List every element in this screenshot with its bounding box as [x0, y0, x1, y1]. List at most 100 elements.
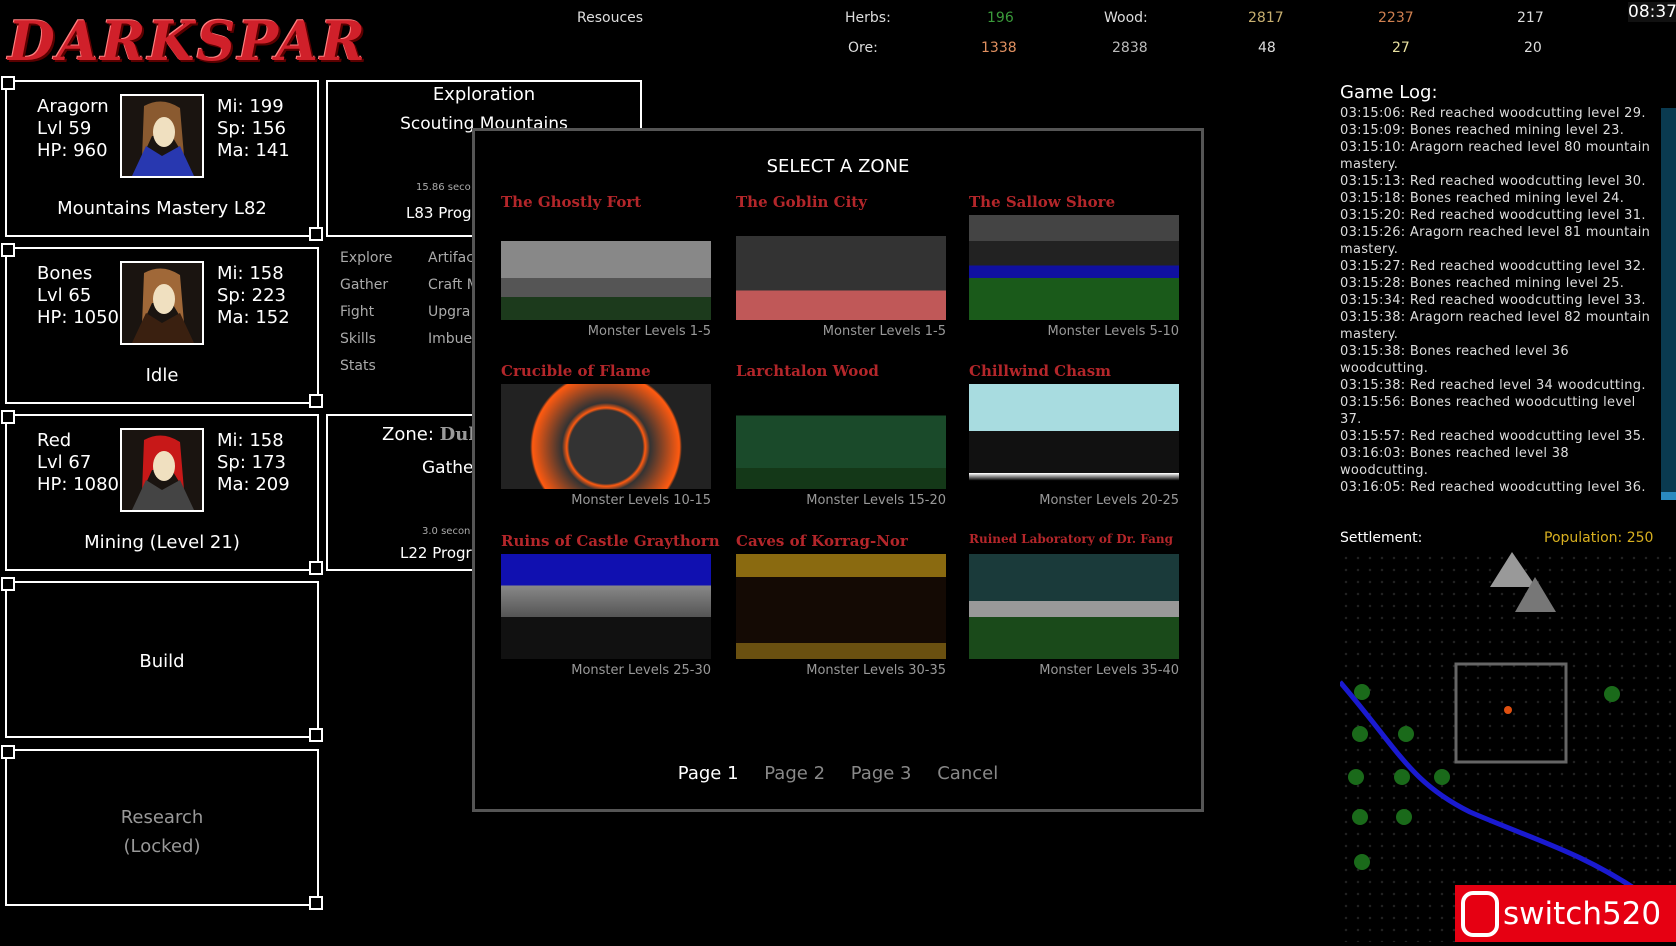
might-stat: Mi: 199 [217, 96, 284, 117]
ore-value: 48 [1258, 40, 1276, 56]
zone-image[interactable] [969, 554, 1179, 659]
zone-image[interactable] [736, 384, 946, 489]
zone-option[interactable]: Larchtalon Wood Monster Levels 15-20 [736, 362, 946, 508]
log-entry: 03:16:05: Red reached woodcutting level … [1340, 480, 1646, 495]
character-level: Lvl 59 [37, 118, 92, 139]
zone-image[interactable] [969, 384, 1179, 489]
zone-image[interactable] [501, 554, 711, 659]
log-entry: 03:15:38: Red reached level 34 woodcutti… [1340, 378, 1646, 393]
zone-name: The Sallow Shore [969, 193, 1116, 211]
ore-label: Ore: [848, 40, 878, 56]
menu-item[interactable]: Imbue [428, 331, 472, 347]
zone-image[interactable] [736, 215, 946, 320]
menu-item[interactable]: Artifac [428, 250, 474, 266]
zone-activity: Gathe [422, 458, 474, 478]
magic-stat: Ma: 209 [217, 474, 290, 495]
watermark: switch520 [1455, 885, 1676, 942]
page-1-button[interactable]: Page 1 [678, 763, 739, 784]
character-hp: HP: 960 [37, 140, 108, 161]
wood-value: 217 [1517, 10, 1544, 26]
zone-image[interactable] [501, 384, 711, 489]
zone-option[interactable]: Crucible of Flame Monster Levels 10-15 [501, 362, 711, 508]
zone-name: Ruined Laboratory of Dr. Fang [969, 532, 1173, 546]
game-logo: DARKSPAR [8, 9, 367, 73]
zone-image[interactable] [501, 215, 711, 320]
log-scrollbar-thumb[interactable] [1661, 492, 1676, 500]
zone-monster-levels: Monster Levels 30-35 [806, 663, 946, 678]
zone-image[interactable] [736, 554, 946, 659]
log-scrollbar[interactable] [1661, 108, 1676, 500]
select-zone-dialog: SELECT A ZONE The Ghostly Fort Monster Le… [472, 128, 1204, 812]
menu-item-skills[interactable]: Skills [340, 331, 376, 347]
log-entry: 03:15:38: Aragorn reached level 82 mount… [1340, 310, 1651, 342]
log-entry: 03:15:09: Bones reached mining level 23. [1340, 123, 1625, 138]
switch-logo-icon [1461, 890, 1499, 937]
zone-option[interactable]: The Ghostly Fort Monster Levels 1-5 [501, 193, 711, 339]
log-entry: 03:15:10: Aragorn reached level 80 mount… [1340, 140, 1651, 172]
zone-timer: 3.0 secon [422, 526, 471, 537]
zone-name: Crucible of Flame [501, 362, 651, 380]
character-card[interactable]: Bones Lvl 65 HP: 1050 Mi: 158 Sp: 223 Ma: 15… [1, 243, 323, 408]
might-stat: Mi: 158 [217, 430, 284, 451]
research-locked-label: (Locked) [123, 836, 201, 857]
herbs-label: Herbs: [845, 10, 891, 26]
herbs-value: 196 [987, 10, 1014, 26]
menu-item-stats[interactable]: Stats [340, 358, 376, 374]
menu-item-fight[interactable]: Fight [340, 304, 374, 320]
speed-stat: Sp: 223 [217, 285, 286, 306]
resources-label: Resouces [577, 10, 644, 26]
page-2-button[interactable]: Page 2 [764, 763, 825, 784]
character-hp: HP: 1080 [37, 474, 119, 495]
settlement-label: Settlement: [1340, 530, 1423, 546]
zone-monster-levels: Monster Levels 1-5 [822, 324, 946, 339]
zone-label: Zone: [382, 424, 434, 445]
log-entry: 03:15:06: Red reached woodcutting level … [1340, 106, 1646, 121]
zone-progress: L22 Progr [400, 544, 472, 562]
log-entry: 03:15:38: Bones reached level 36 woodcut… [1340, 344, 1569, 376]
character-card[interactable]: Aragorn Lvl 59 HP: 960 Mi: 199 Sp: 156 Ma: 1… [1, 76, 323, 241]
character-name: Aragorn [37, 96, 109, 117]
log-entry: 03:15:18: Bones reached mining level 24. [1340, 191, 1625, 206]
build-label: Build [139, 651, 185, 672]
campfire-icon [1504, 706, 1512, 714]
character-status: Mountains Mastery L82 [57, 198, 267, 219]
zone-monster-levels: Monster Levels 20-25 [1039, 493, 1179, 508]
menu-item-explore[interactable]: Explore [340, 250, 393, 266]
zone-name: Ruins of Castle Graythorn [501, 532, 720, 550]
zone-image[interactable] [969, 215, 1179, 320]
pagination: Page 1 Page 2 Page 3 Cancel [475, 763, 1201, 784]
zone-option[interactable]: The Sallow Shore Monster Levels 5-10 [969, 193, 1179, 339]
wood-value: 2817 [1248, 10, 1284, 26]
zone-option[interactable]: Caves of Korrag-Nor Monster Levels 30-35 [736, 532, 946, 678]
zone-option[interactable]: Ruined Laboratory of Dr. Fang Monster Lev… [969, 532, 1179, 678]
ore-value: 1338 [981, 40, 1017, 56]
menu-item-gather[interactable]: Gather [340, 277, 388, 293]
character-portrait [120, 261, 204, 345]
character-card[interactable]: Red Lvl 67 HP: 1080 Mi: 158 Sp: 173 Ma: 209 … [1, 410, 323, 575]
log-entry: 03:15:13: Red reached woodcutting level … [1340, 174, 1646, 189]
menu-item[interactable]: Upgra [428, 304, 470, 320]
cancel-button[interactable]: Cancel [937, 763, 998, 784]
zone-monster-levels: Monster Levels 10-15 [571, 493, 711, 508]
zone-option[interactable]: Ruins of Castle Graythorn Monster Levels … [501, 532, 720, 678]
log-entry: 03:15:28: Bones reached mining level 25. [1340, 276, 1625, 291]
character-portrait [120, 94, 204, 178]
page-3-button[interactable]: Page 3 [851, 763, 912, 784]
zone-option[interactable]: Chillwind Chasm Monster Levels 20-25 [969, 362, 1179, 508]
character-portrait [120, 428, 204, 512]
zone-monster-levels: Monster Levels 5-10 [1047, 324, 1179, 339]
build-button[interactable]: Build [1, 577, 323, 742]
settlement-map[interactable] [1338, 552, 1676, 942]
ore-value: 27 [1392, 40, 1410, 56]
zone-monster-levels: Monster Levels 25-30 [571, 663, 711, 678]
exploration-title: Exploration [432, 84, 536, 105]
log-entry: 03:15:20: Red reached woodcutting level … [1340, 208, 1646, 223]
zone-value[interactable]: Dul [440, 424, 476, 445]
character-status: Idle [145, 365, 179, 386]
exploration-progress: L83 Prog [406, 204, 472, 222]
log-entry: 03:16:03: Bones reached level 38 woodcut… [1340, 446, 1569, 478]
zone-option[interactable]: The Goblin City Monster Levels 1-5 [736, 193, 946, 339]
town-walls [1454, 662, 1568, 764]
log-entry: 03:15:57: Red reached woodcutting level … [1340, 429, 1646, 444]
dialog-title: SELECT A ZONE [766, 156, 910, 177]
